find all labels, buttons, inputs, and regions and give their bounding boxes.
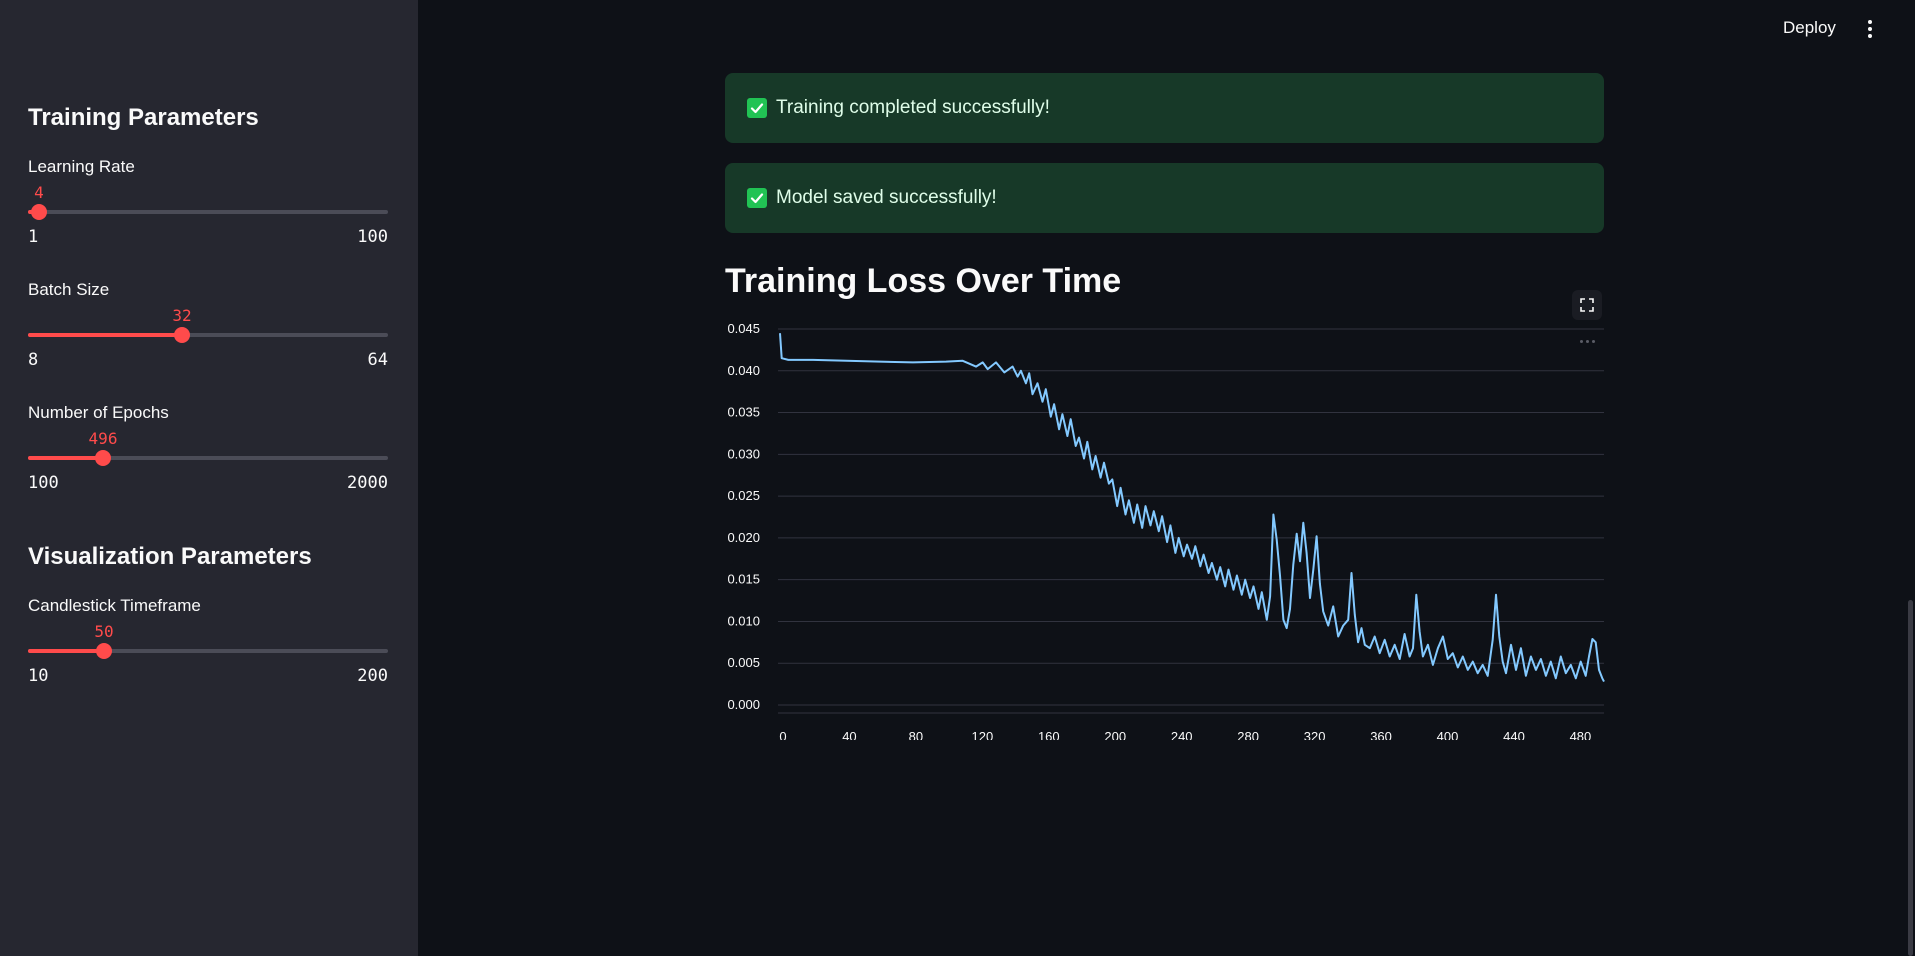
x-tick-label: 160	[1038, 729, 1060, 740]
y-tick-label: 0.045	[727, 321, 760, 336]
slider-thumb[interactable]	[95, 450, 111, 466]
y-tick-label: 0.000	[727, 697, 760, 712]
sidebar: Training Parameters Learning Rate 4 1 10…	[0, 0, 418, 956]
x-tick-label: 120	[972, 729, 994, 740]
slider-thumb[interactable]	[96, 643, 112, 659]
epochs-slider[interactable]: Number of Epochs 496 100 2000	[28, 403, 388, 503]
x-tick-label: 320	[1304, 729, 1326, 740]
slider-fill	[28, 333, 182, 337]
x-tick-label: 0	[779, 729, 786, 740]
y-tick-label: 0.025	[727, 488, 760, 503]
y-tick-label: 0.005	[727, 655, 760, 670]
y-tick-label: 0.015	[727, 572, 760, 587]
x-tick-label: 280	[1237, 729, 1259, 740]
x-tick-label: 200	[1104, 729, 1126, 740]
check-icon	[747, 188, 767, 208]
loss-series-line	[779, 333, 1605, 683]
x-tick-label: 400	[1437, 729, 1459, 740]
slider-min: 100	[28, 473, 59, 493]
slider-min: 1	[28, 227, 39, 247]
y-tick-label: 0.035	[727, 405, 760, 420]
alert-text: Training completed successfully!	[776, 97, 1050, 118]
slider-max: 2000	[347, 473, 388, 493]
slider-label: Batch Size	[28, 280, 110, 299]
slider-track[interactable]	[28, 643, 388, 659]
batch-size-slider[interactable]: Batch Size 32 8 64	[28, 280, 388, 380]
learning-rate-slider[interactable]: Learning Rate 4 1 100	[28, 157, 388, 257]
slider-track[interactable]	[28, 450, 388, 466]
slider-label: Number of Epochs	[28, 403, 169, 422]
slider-label: Learning Rate	[28, 157, 135, 176]
x-tick-label: 80	[909, 729, 923, 740]
slider-max: 100	[357, 227, 388, 247]
success-alert-training: Training completed successfully!	[725, 73, 1604, 143]
y-tick-label: 0.040	[727, 363, 760, 378]
deploy-button[interactable]: Deploy	[1783, 18, 1836, 38]
x-tick-label: 360	[1370, 729, 1392, 740]
visualization-parameters-heading: Visualization Parameters	[28, 543, 312, 570]
alert-text: Model saved successfully!	[776, 187, 997, 208]
slider-thumb[interactable]	[31, 204, 47, 220]
slider-fill	[28, 456, 103, 460]
slider-value: 4	[34, 183, 44, 202]
slider-fill	[28, 649, 104, 653]
y-tick-label: 0.010	[727, 613, 760, 628]
slider-value: 50	[94, 622, 114, 641]
slider-max: 64	[367, 350, 388, 370]
slider-max: 200	[357, 666, 388, 686]
fullscreen-icon[interactable]	[1572, 290, 1602, 320]
main-menu-icon[interactable]	[1862, 18, 1878, 40]
slider-thumb[interactable]	[174, 327, 190, 343]
x-tick-label: 240	[1171, 729, 1193, 740]
slider-track[interactable]	[28, 327, 388, 343]
success-alert-model-saved: Model saved successfully!	[725, 163, 1604, 233]
chart-title: Training Loss Over Time	[725, 262, 1122, 300]
slider-value: 32	[172, 306, 192, 325]
scrollbar[interactable]	[1908, 600, 1913, 956]
training-parameters-heading: Training Parameters	[28, 104, 259, 131]
y-tick-label: 0.020	[727, 530, 760, 545]
slider-min: 10	[28, 666, 49, 686]
check-icon	[747, 98, 767, 118]
x-tick-label: 480	[1570, 729, 1592, 740]
x-tick-label: 440	[1503, 729, 1525, 740]
candlestick-timeframe-slider[interactable]: Candlestick Timeframe 50 10 200	[28, 596, 388, 696]
y-tick-label: 0.030	[727, 446, 760, 461]
slider-value: 496	[88, 429, 118, 448]
x-tick-label: 40	[842, 729, 856, 740]
slider-min: 8	[28, 350, 39, 370]
slider-track[interactable]	[28, 204, 388, 220]
loss-line-chart: 0.000 0.005 0.010 0.015 0.020 0.025 0.030 0.035…	[727, 321, 1605, 740]
slider-label: Candlestick Timeframe	[28, 596, 201, 615]
